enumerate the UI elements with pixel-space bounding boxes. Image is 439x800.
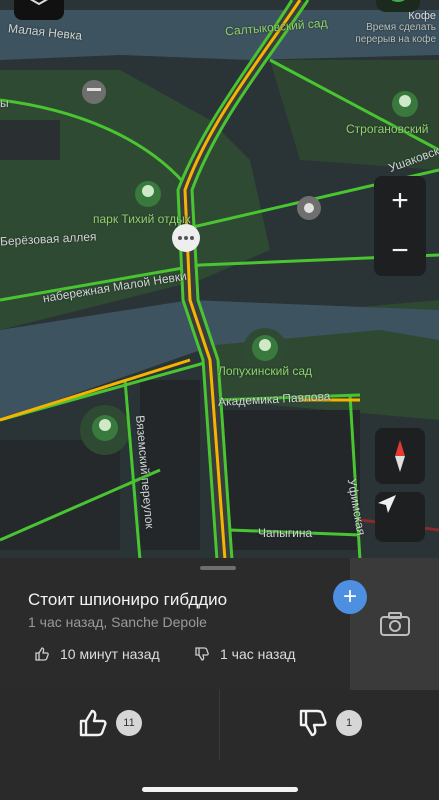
landmark-icon [297, 196, 321, 220]
park-icon [135, 181, 161, 207]
thumbs-down-icon [195, 647, 209, 661]
map-view[interactable]: Малая Невка ы парк Тихий отдых Берёзовая… [0, 0, 439, 560]
dislike-button[interactable]: 1 [298, 708, 362, 738]
thumbs-down-icon [299, 709, 327, 737]
sheet-handle[interactable] [200, 566, 236, 570]
home-indicator[interactable] [142, 787, 298, 792]
map-canvas [0, 0, 439, 560]
park-icon [252, 335, 278, 361]
map-label-chapygina: Чапыгина [258, 526, 313, 540]
thumbs-up-icon [35, 647, 49, 661]
map-label-stroganovsky: Строгановский [346, 122, 429, 136]
map-label-park-tikhiy: парк Тихий отдых [93, 212, 191, 226]
my-location-button[interactable] [375, 492, 425, 542]
green-action-button[interactable] [376, 0, 420, 12]
coffee-promo-line2: перерыв на кофе [355, 34, 436, 45]
like-time: 10 минут назад [60, 646, 160, 662]
park-icon [392, 91, 418, 117]
road-event-marker[interactable] [172, 224, 200, 252]
layers-button[interactable] [14, 0, 64, 20]
dislike-stat: 1 час назад [194, 646, 295, 662]
vote-divider [219, 690, 220, 760]
zoom-in-button[interactable]: + [374, 176, 426, 226]
park-icon [92, 415, 118, 441]
event-title: Стоит шпиониро гибддио [28, 590, 228, 609]
thumbs-up-icon [79, 709, 107, 737]
dislike-count-badge: 1 [336, 710, 362, 736]
add-comment-button[interactable]: + [333, 580, 367, 614]
layers-icon [29, 0, 49, 6]
map-label-edge: ы [0, 96, 9, 110]
go-icon [391, 0, 405, 2]
coffee-promo[interactable]: Кофе Время сделать перерыв на кофе [346, 10, 436, 46]
compass-icon[interactable] [375, 428, 425, 484]
like-button[interactable]: 11 [78, 708, 142, 738]
navigation-arrow-icon [378, 495, 396, 513]
dislike-time: 1 час назад [220, 646, 296, 662]
like-stat: 10 минут назад [34, 646, 160, 662]
event-meta: 1 час назад, Sanche Depole [28, 614, 207, 630]
camera-icon [379, 612, 410, 636]
like-count-badge: 11 [116, 710, 142, 736]
map-label-lopukhinsky: Лопухинский сад [218, 364, 313, 378]
coffee-promo-line1: Время сделать [366, 22, 436, 33]
zoom-out-button[interactable]: − [374, 226, 426, 276]
landmark-icon [82, 80, 106, 104]
add-photo-button[interactable] [350, 558, 439, 690]
